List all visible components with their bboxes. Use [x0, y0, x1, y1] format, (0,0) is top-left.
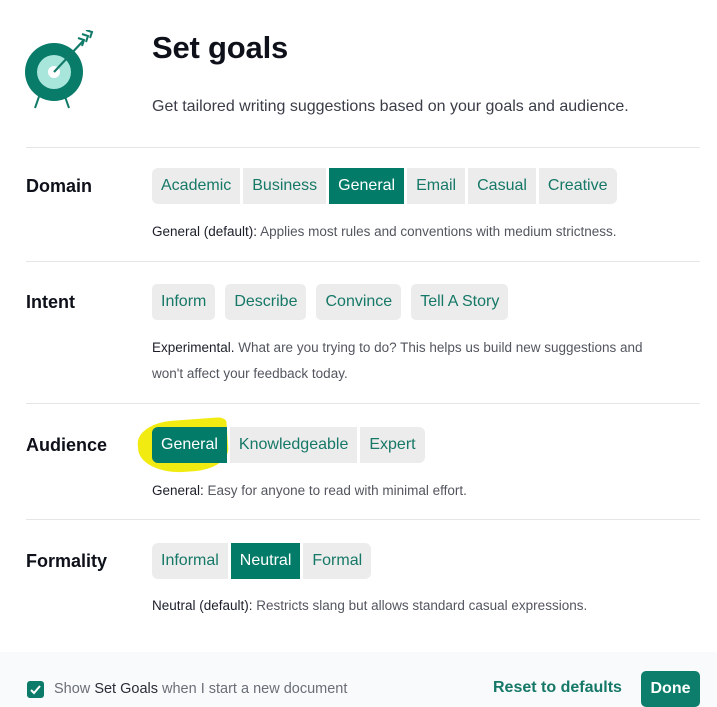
domain-description-title: General (default): — [152, 224, 258, 239]
audience-description: General: Easy for anyone to read with mi… — [152, 478, 692, 504]
intent-description-title: Experimental. — [152, 340, 235, 355]
show-set-goals-label[interactable]: Show Set Goals when I start a new docume… — [54, 681, 347, 697]
audience-option-expert[interactable]: Expert — [360, 427, 425, 463]
label-prefix: Show — [54, 681, 95, 697]
intent-option-inform[interactable]: Inform — [152, 284, 216, 320]
label-suffix: when I start a new document — [157, 681, 348, 697]
page-subtitle: Get tailored writing suggestions based o… — [152, 98, 629, 115]
show-set-goals-checkbox[interactable] — [27, 681, 44, 698]
reset-to-defaults-button[interactable]: Reset to defaults — [493, 679, 622, 697]
divider — [26, 261, 700, 262]
formality-description-text: Restricts slang but allows standard casu… — [252, 598, 588, 613]
formality-option-informal[interactable]: Informal — [152, 543, 228, 579]
domain-option-general[interactable]: General — [329, 168, 405, 204]
domain-description: General (default): Applies most rules an… — [152, 219, 692, 245]
divider — [26, 147, 700, 148]
target-arrow-icon — [24, 29, 96, 112]
formality-description-title: Neutral (default): — [152, 598, 253, 613]
intent-option-convince[interactable]: Convince — [316, 284, 402, 320]
intent-option-describe[interactable]: Describe — [225, 284, 307, 320]
intent-option-tell-a-story[interactable]: Tell A Story — [411, 284, 509, 320]
intent-options: Inform Describe Convince Tell A Story — [152, 284, 518, 320]
formality-options: Informal Neutral Formal — [152, 543, 372, 579]
label-strong: Set Goals — [94, 681, 158, 697]
domain-option-email[interactable]: Email — [407, 168, 466, 204]
domain-options: Academic Business General Email Casual Creati… — [152, 168, 617, 204]
intent-description: Experimental. What are you trying to do?… — [152, 335, 677, 387]
formality-description: Neutral (default): Restricts slang but a… — [152, 593, 692, 619]
audience-option-general[interactable]: General — [152, 427, 227, 463]
audience-description-title: General: — [152, 483, 204, 498]
domain-option-business[interactable]: Business — [243, 168, 327, 204]
domain-label: Domain — [26, 176, 93, 196]
audience-label: Audience — [26, 435, 108, 455]
page-title: Set goals — [152, 30, 289, 65]
audience-options: General Knowledgeable Expert — [152, 427, 425, 463]
intent-label: Intent — [26, 292, 75, 312]
domain-description-text: Applies most rules and conventions with … — [257, 224, 617, 239]
divider — [26, 403, 700, 404]
divider — [26, 519, 700, 520]
domain-option-creative[interactable]: Creative — [538, 168, 617, 204]
formality-option-formal[interactable]: Formal — [303, 543, 372, 579]
domain-option-academic[interactable]: Academic — [152, 168, 241, 204]
audience-option-knowledgeable[interactable]: Knowledgeable — [229, 427, 358, 463]
formality-option-neutral[interactable]: Neutral — [230, 543, 301, 579]
checkmark-icon — [30, 685, 41, 695]
audience-description-text: Easy for anyone to read with minimal eff… — [203, 483, 467, 498]
formality-label: Formality — [26, 551, 108, 571]
domain-option-casual[interactable]: Casual — [468, 168, 536, 204]
done-button[interactable]: Done — [641, 671, 700, 707]
